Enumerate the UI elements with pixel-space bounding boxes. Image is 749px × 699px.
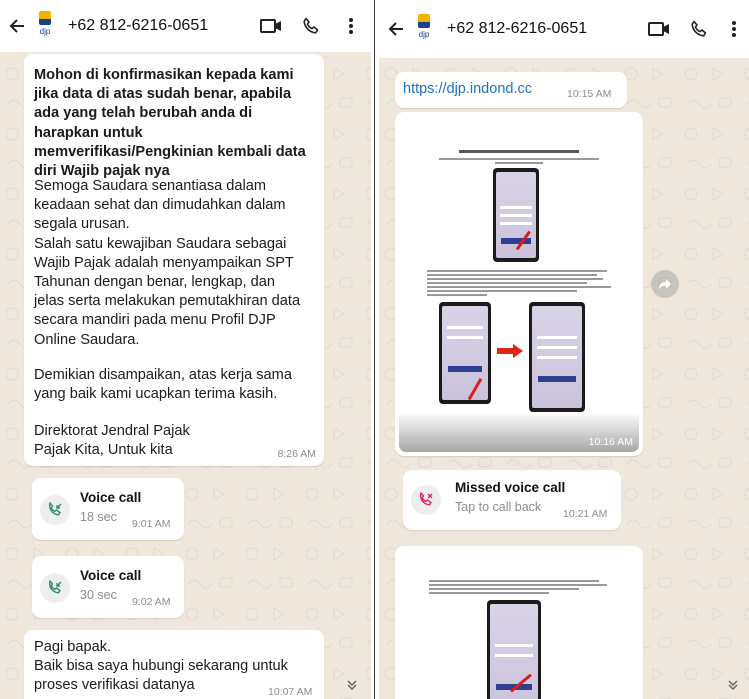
tutorial-phone-screenshot <box>529 302 585 412</box>
text-line: secara mandiri pada menu Profil DJP <box>34 312 276 329</box>
double-chevron-down-icon[interactable] <box>340 673 364 697</box>
avatar-label: djp <box>39 27 51 36</box>
tutorial-phone-screenshot <box>439 302 491 404</box>
message-timestamp: 10:07 AM <box>268 686 313 698</box>
avatar-label: djp <box>418 30 430 39</box>
double-chevron-down-icon[interactable] <box>721 673 745 697</box>
red-arrow-icon <box>497 344 523 358</box>
chat-header: djp +62 812-6216-0651 <box>0 0 371 52</box>
message-bubble-verification[interactable]: Mohon di konfirmasikan kepada kami jika … <box>24 54 324 466</box>
message-paragraph-1: Semoga Saudara senantiasa dalam keadaan … <box>34 177 320 350</box>
call-timestamp: 10:21 AM <box>563 508 608 520</box>
text-line: Direktorat Jendral Pajak <box>34 423 190 439</box>
incoming-call-icon <box>40 495 70 525</box>
call-duration: 18 sec <box>80 510 117 524</box>
call-timestamp: 9:02 AM <box>132 596 171 608</box>
right-chat-screenshot: djp +62 812-6216-0651 https://djp.indond… <box>379 0 749 699</box>
text-line: Baik bisa saya hubungi sekarang untuk <box>34 658 288 675</box>
message-bubble-reply[interactable]: Pagi bapak. Baik bisa saya hubungi sekar… <box>24 630 324 699</box>
contact-avatar[interactable]: djp <box>413 14 435 44</box>
more-vert-icon[interactable] <box>719 0 749 58</box>
contact-avatar[interactable]: djp <box>34 11 56 41</box>
call-title: Missed voice call <box>455 480 566 495</box>
more-vert-icon[interactable] <box>331 0 371 52</box>
text-line: Wajib Pajak adalah menyampaikan SPT <box>34 254 294 271</box>
missed-call-bubble[interactable]: Missed voice call Tap to call back 10:21… <box>403 470 621 530</box>
text-line: Salah satu kewajiban Saudara sebagai <box>34 235 287 252</box>
missed-call-icon <box>411 485 441 515</box>
phishing-link[interactable]: https://djp.indond.cc <box>403 81 532 97</box>
call-title: Voice call <box>80 490 142 505</box>
contact-phone-number[interactable]: +62 812-6216-0651 <box>68 17 251 35</box>
text-line: segala urusan. <box>34 216 130 233</box>
tutorial-phone-screenshot <box>487 600 541 699</box>
text-line: jelas serta melakukan pemutakhiran data <box>34 293 301 310</box>
tutorial-document-image[interactable] <box>399 116 639 452</box>
message-timestamp: 10:15 AM <box>567 88 612 100</box>
contact-phone-number[interactable]: +62 812-6216-0651 <box>447 20 639 38</box>
incoming-call-icon <box>40 573 70 603</box>
text-line: Semoga Saudara senantiasa dalam <box>34 178 267 194</box>
text-line: keadaan sehat dan dimudahkan dalam <box>34 197 286 214</box>
video-call-icon[interactable] <box>639 0 679 58</box>
call-duration: 30 sec <box>80 588 117 602</box>
image-message-bubble[interactable]: 10:16 AM <box>395 112 643 456</box>
screenshot-divider <box>371 0 379 699</box>
video-call-icon[interactable] <box>251 0 291 52</box>
message-timestamp: 8:26 AM <box>277 448 316 460</box>
djp-logo-icon <box>39 11 51 26</box>
phone-icon[interactable] <box>291 0 331 52</box>
text-line: Demikian disampaikan, atas kerja sama <box>34 367 292 383</box>
text-line: Tahunan dengan benar, lengkap, dan <box>34 274 276 291</box>
voice-call-bubble[interactable]: Voice call 18 sec 9:01 AM <box>32 478 184 540</box>
call-back-hint[interactable]: Tap to call back <box>455 500 541 514</box>
text-line: Pagi bapak. <box>34 639 112 655</box>
text-line: Online Saudara. <box>34 331 140 348</box>
back-arrow-icon[interactable] <box>0 0 34 52</box>
djp-logo-icon <box>418 14 430 29</box>
chat-header: djp +62 812-6216-0651 <box>379 0 749 58</box>
back-arrow-icon[interactable] <box>379 0 413 58</box>
forward-icon[interactable] <box>651 270 679 298</box>
call-title: Voice call <box>80 568 142 583</box>
message-paragraph-2: Demikian disampaikan, atas kerja sama ya… <box>34 366 320 404</box>
image-message-bubble[interactable] <box>395 546 643 699</box>
message-bold-text: Mohon di konfirmasikan kepada kami jika … <box>34 67 306 180</box>
image-timestamp: 10:16 AM <box>588 436 633 448</box>
link-message-bubble[interactable]: https://djp.indond.cc 10:15 AM <box>395 72 627 108</box>
call-timestamp: 9:01 AM <box>132 518 171 530</box>
left-chat-screenshot: djp +62 812-6216-0651 Mohon di konfirmas… <box>0 0 371 699</box>
phone-icon[interactable] <box>679 0 719 58</box>
text-line: yang baik kami ucapkan terima kasih. <box>34 386 278 403</box>
voice-call-bubble[interactable]: Voice call 30 sec 9:02 AM <box>32 556 184 618</box>
tutorial-document-image[interactable] <box>399 550 639 699</box>
